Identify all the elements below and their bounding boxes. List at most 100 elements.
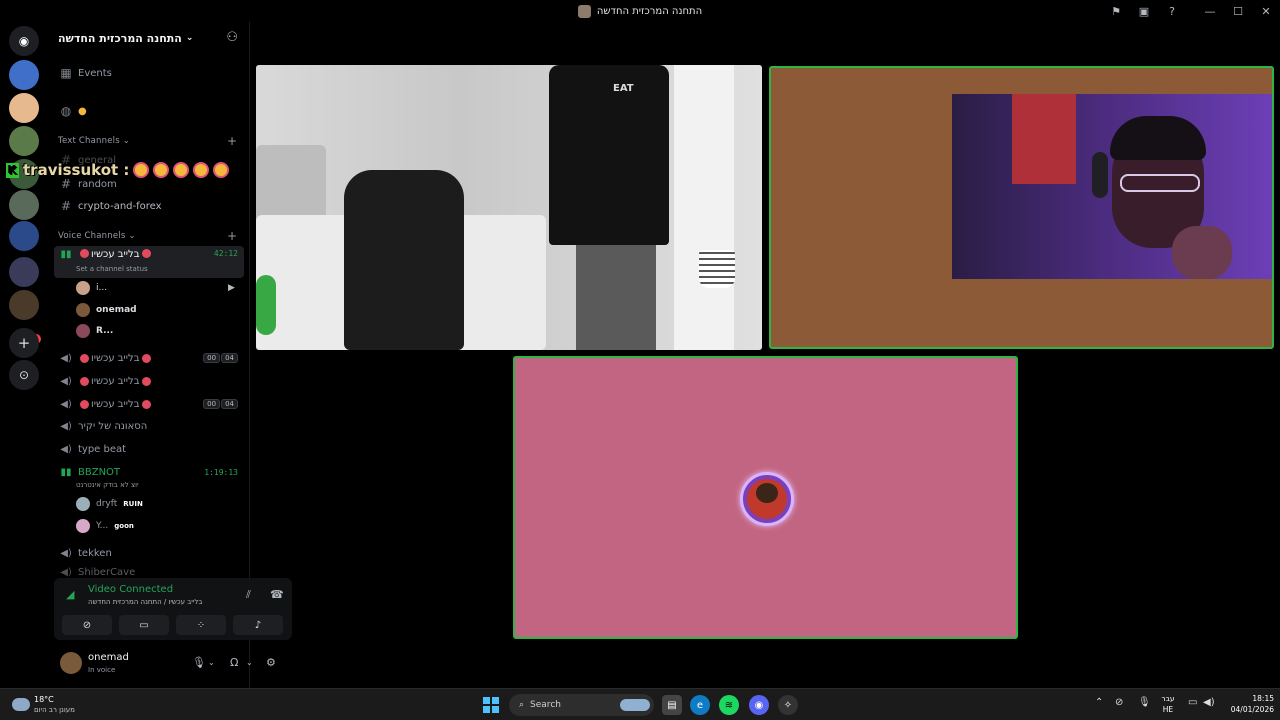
voice-channel[interactable]: ◀) ShiberCave: [54, 566, 244, 578]
invite-icon[interactable]: ⚇: [226, 30, 238, 45]
channel-status[interactable]: Set a channel status: [76, 265, 148, 273]
video-tile-avatar[interactable]: [513, 356, 1018, 639]
server-icon-1[interactable]: [9, 60, 39, 90]
add-voice-channel-icon[interactable]: +: [227, 229, 237, 243]
user-tag: goon: [114, 522, 134, 530]
voice-user[interactable]: onemad: [76, 300, 137, 320]
calendar-icon: ▦: [60, 66, 72, 80]
server-icon-5[interactable]: [9, 190, 39, 220]
headphones-icon[interactable]: Ω: [230, 656, 238, 669]
user-tag: RUIN: [123, 500, 143, 508]
discord-icon[interactable]: ◉: [749, 695, 769, 715]
voice-channel-active[interactable]: ▮▮ בלייב עכשיו 42:12: [54, 246, 244, 278]
voice-channel-label: בלייב עכשיו: [91, 398, 140, 410]
add-server-icon[interactable]: +: [9, 328, 39, 358]
server-folder-icon[interactable]: [9, 257, 39, 287]
soundboard-button[interactable]: ♪: [233, 615, 283, 635]
noise-suppression-icon[interactable]: ⫽: [246, 588, 251, 602]
server-icon-6[interactable]: [9, 221, 39, 251]
microphone-icon[interactable]: 🎙︎: [1138, 697, 1151, 708]
discord-home-icon[interactable]: ◉: [9, 26, 39, 56]
voice-status-title: Video Connected: [88, 584, 174, 595]
voice-channel[interactable]: ◀) בלייב עכשיו 00 04: [54, 394, 244, 414]
maximize-button[interactable]: ☐: [1224, 0, 1252, 22]
server-icon: [577, 4, 591, 18]
inbox-icon[interactable]: ▣: [1130, 0, 1158, 22]
camera-off-button[interactable]: ⊘: [62, 615, 112, 635]
signal-icon[interactable]: ◢: [66, 588, 74, 601]
task-view-icon[interactable]: ▤: [662, 695, 682, 715]
voice-channel[interactable]: ◀) tekken: [54, 543, 244, 563]
voice-user-name: Y...: [96, 521, 109, 531]
language-indicator[interactable]: עבר HE: [1156, 693, 1180, 715]
voice-channel-label: ShiberCave: [78, 566, 136, 578]
speaker-icon: ▮▮: [60, 466, 72, 478]
voice-channel-label: type beat: [78, 443, 127, 455]
avatar: [76, 303, 90, 317]
cloud-icon: [12, 698, 30, 711]
clock[interactable]: 18:15 04/01/2026: [1222, 693, 1274, 715]
events-item[interactable]: ▦ Events: [54, 63, 244, 83]
language-top: עבר: [1161, 694, 1175, 703]
search-label: Search: [530, 700, 561, 710]
video-tile-camera-1[interactable]: EAT: [256, 65, 762, 350]
microphone-icon[interactable]: 🎙︎: [192, 656, 206, 669]
browse-item[interactable]: ◍ ●: [54, 101, 244, 121]
voice-channels-category[interactable]: Voice Channels ⌄: [58, 231, 136, 241]
voice-channels-label: Voice Channels: [58, 231, 126, 241]
user-name[interactable]: onemad: [88, 652, 129, 663]
tray-overflow-icon[interactable]: ⌃: [1095, 697, 1103, 708]
video-tile-camera-2[interactable]: [769, 66, 1274, 349]
weather-widget[interactable]: 18°C מעונן רב היום: [10, 693, 100, 717]
disconnect-icon[interactable]: ☎: [270, 588, 284, 601]
chevron-down-icon[interactable]: ⌄: [208, 658, 215, 667]
discover-icon[interactable]: ⊙: [9, 360, 39, 390]
voice-status-panel: ◢ Video Connected בלייב עכשיו / התחנה המ…: [54, 578, 292, 640]
voice-user[interactable]: R...: [76, 321, 113, 341]
server-header[interactable]: התחנה המרכזית החדשה ⌄ ⚇: [48, 22, 250, 54]
activities-button[interactable]: ⁘: [176, 615, 226, 635]
volume-icon[interactable]: ◀): [1203, 697, 1215, 708]
voice-channel[interactable]: ◀) type beat: [54, 439, 244, 459]
voice-user[interactable]: i...: [76, 278, 107, 298]
speaker-icon: ▮▮: [60, 249, 72, 260]
voice-status-subtitle[interactable]: בלייב עכשיו / התחנה המרכזית החדשה: [88, 598, 202, 606]
server-icon-7[interactable]: [9, 290, 39, 320]
flag-icon[interactable]: ⚑: [1102, 0, 1130, 22]
windows-start-icon[interactable]: [483, 697, 499, 713]
minimize-button[interactable]: —: [1196, 0, 1224, 22]
screen-share-button[interactable]: ▭: [119, 615, 169, 635]
person-image: [549, 65, 669, 245]
text-channels-category[interactable]: Text Channels ⌄: [58, 136, 130, 146]
hash-icon: #: [60, 199, 72, 213]
user-avatar[interactable]: [740, 472, 794, 526]
network-icon[interactable]: ▭: [1188, 697, 1197, 708]
avatar[interactable]: [60, 652, 82, 674]
voice-user[interactable]: Y... goon: [76, 516, 134, 536]
settings-icon[interactable]: ⚙: [266, 656, 276, 669]
voice-channel[interactable]: ◀) בלייב עכשיו: [54, 371, 244, 391]
voice-channel[interactable]: ◀) הסאונה של יקיר: [54, 416, 244, 436]
taskbar-search[interactable]: ⌕ Search: [509, 694, 654, 716]
emoji-icon: [153, 162, 170, 178]
add-text-channel-icon[interactable]: +: [227, 134, 237, 148]
server-icon-3[interactable]: [9, 126, 39, 156]
channel-crypto-and-forex[interactable]: # crypto-and-forex: [54, 196, 244, 216]
spotify-icon[interactable]: ≋: [719, 695, 739, 715]
voice-channel-label: BBZNOT: [78, 466, 121, 478]
help-icon[interactable]: ?: [1158, 0, 1186, 22]
speaker-icon: ◀): [60, 420, 72, 432]
close-button[interactable]: ✕: [1252, 0, 1280, 22]
voice-user-name: i...: [96, 283, 108, 293]
voice-user[interactable]: dryft RUIN: [76, 494, 143, 514]
channel-sidebar: התחנה המרכזית החדשה ⌄ ⚇ ▦ Events ◍ ● Tex…: [48, 22, 292, 688]
voice-channel-bbznot[interactable]: ▮▮ BBZNOT 1:19:13: [54, 462, 244, 482]
voice-channel-label: בלייב עכשיו: [91, 352, 140, 364]
meet-now-icon[interactable]: ⊘: [1115, 697, 1123, 708]
app-icon[interactable]: ✧: [778, 695, 798, 715]
server-icon-2[interactable]: [9, 93, 39, 123]
chevron-down-icon: ⌄: [185, 33, 194, 43]
chevron-down-icon[interactable]: ⌄: [246, 658, 253, 667]
edge-icon[interactable]: e: [690, 695, 710, 715]
voice-channel[interactable]: ◀) בלייב עכשיו 00 04: [54, 348, 244, 368]
